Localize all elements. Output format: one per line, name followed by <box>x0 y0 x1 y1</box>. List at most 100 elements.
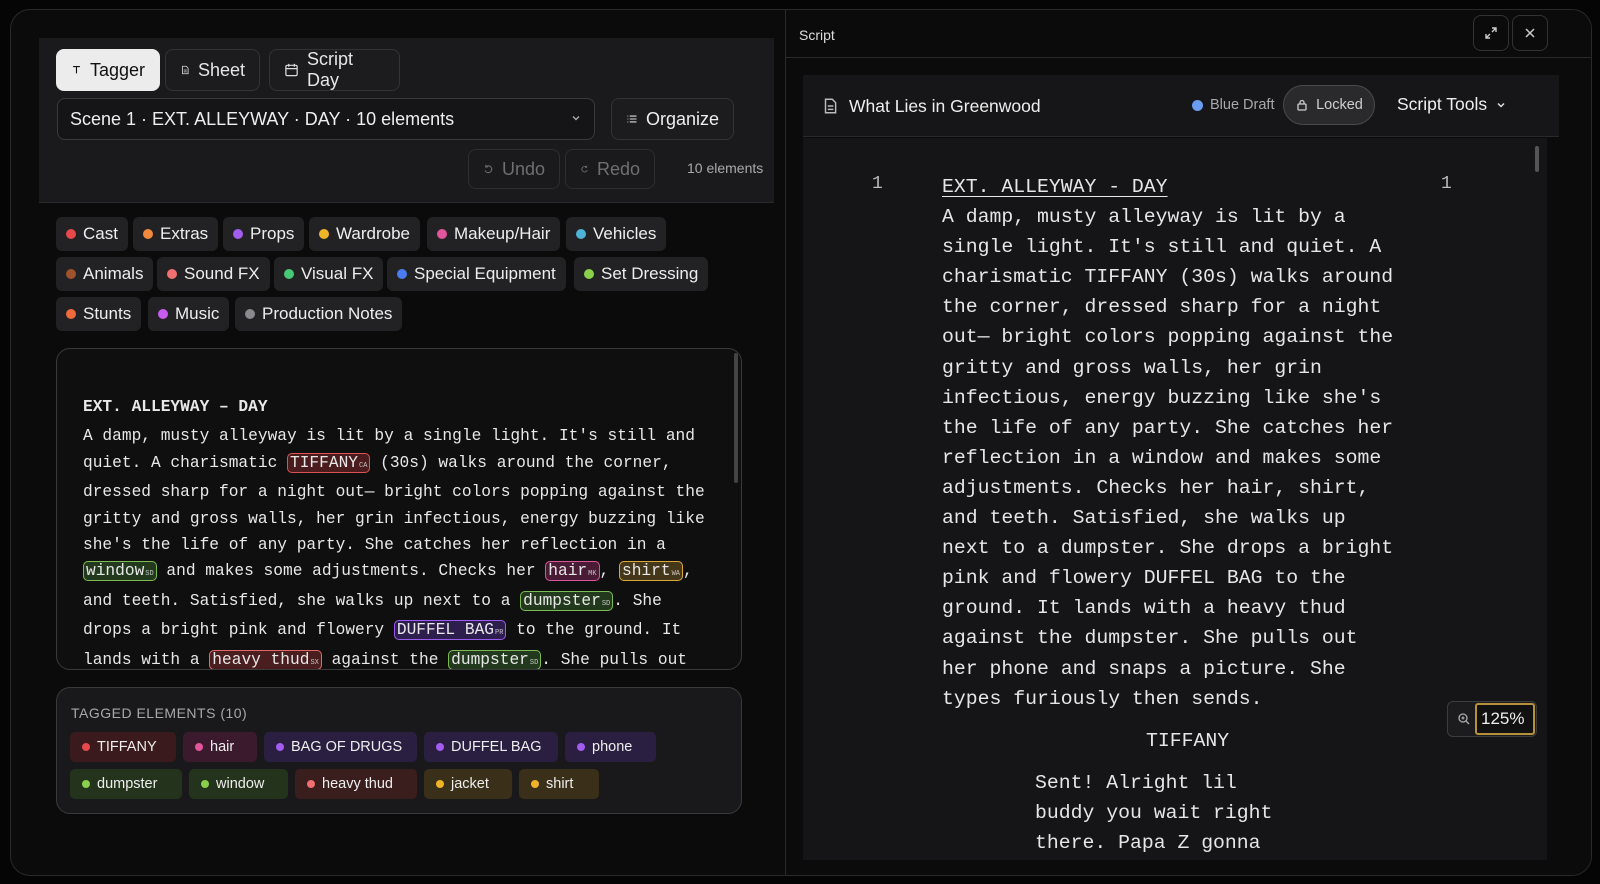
tagged-chip-tiffany[interactable]: TIFFANY <box>70 732 176 762</box>
category-label: Sound FX <box>184 264 260 283</box>
expand-button[interactable] <box>1473 15 1509 51</box>
tag-text: shirt <box>621 562 671 581</box>
locked-button[interactable]: Locked <box>1283 85 1375 125</box>
tagged-chip-jacket[interactable]: jacket <box>424 769 512 799</box>
tagged-chip-phone[interactable]: phone <box>565 732 656 762</box>
category-cast[interactable]: Cast <box>56 217 128 251</box>
category-vehicles[interactable]: Vehicles <box>566 217 667 251</box>
chip-label: TIFFANY <box>97 739 157 755</box>
tag-code: SD <box>529 658 539 667</box>
animals-dot-icon <box>66 269 76 279</box>
tagged-chip-bag-of-drugs[interactable]: BAG OF DRUGS <box>264 732 417 762</box>
tag-code: SD <box>601 599 611 608</box>
category-label: Wardrobe <box>336 224 411 243</box>
tag-text: dumpster <box>451 650 529 669</box>
redo-label: Redo <box>596 158 640 179</box>
props-dot-icon <box>436 743 444 751</box>
tagged-chip-shirt[interactable]: shirt <box>519 769 599 799</box>
script-panel-title: Script <box>799 27 835 43</box>
tagged-chip-heavy-thud[interactable]: heavy thud <box>295 769 417 799</box>
tagged-elements-title: TAGGED ELEMENTS (10) <box>71 705 248 721</box>
tag-tiffany[interactable]: TIFFANYCA <box>287 452 371 473</box>
category-extras[interactable]: Extras <box>133 217 219 251</box>
chevron-down-icon <box>1497 102 1505 108</box>
makeup-dot-icon <box>195 743 203 751</box>
props-dot-icon <box>233 229 243 239</box>
tag-shirt[interactable]: shirtWA <box>618 561 683 582</box>
category-label: Makeup/Hair <box>454 224 551 243</box>
tab-sheet[interactable]: Sheet <box>165 49 260 91</box>
extras-dot-icon <box>143 229 153 239</box>
tagged-chip-dumpster[interactable]: dumpster <box>70 769 182 799</box>
category-stunts[interactable]: Stunts <box>56 297 142 331</box>
category-makeup-hair[interactable]: Makeup/Hair <box>427 217 561 251</box>
undo-button[interactable]: Undo <box>468 149 560 189</box>
scene-action: A damp, musty alleyway is lit by a singl… <box>83 423 713 669</box>
document-icon <box>824 98 837 114</box>
text-run: . She pulls out <box>541 650 687 669</box>
tag-dumpster[interactable]: dumpsterSD <box>520 590 614 611</box>
script-page[interactable]: 1 1 EXT. ALLEYWAY - DAY A damp, musty all… <box>803 138 1547 860</box>
scrollbar[interactable] <box>1535 146 1539 172</box>
tag-text: DUFFEL BAG <box>396 621 495 640</box>
category-music[interactable]: Music <box>148 297 230 331</box>
cast-dot-icon <box>66 229 76 239</box>
draft-status[interactable]: Blue Draft <box>1192 97 1274 113</box>
zoom-control[interactable]: 125% <box>1447 701 1537 737</box>
app-window: Tagger Sheet Script Day Scene 1 · EXT. A… <box>10 9 1592 876</box>
undo-icon <box>484 164 493 174</box>
tagged-chip-window[interactable]: window <box>189 769 288 799</box>
chevron-down-icon <box>572 116 580 121</box>
tagged-chip-hair[interactable]: hair <box>183 732 257 762</box>
category-animals[interactable]: Animals <box>56 257 154 291</box>
redo-icon <box>581 165 588 173</box>
scrollbar[interactable] <box>734 353 738 483</box>
category-label: Cast <box>83 224 118 243</box>
tab-script-day[interactable]: Script Day <box>269 49 400 91</box>
category-label: Props <box>250 224 295 243</box>
tag-duffel-bag[interactable]: DUFFEL BAGPR <box>393 620 507 641</box>
category-special-equipment[interactable]: Special Equipment <box>387 257 566 291</box>
scene-heading: EXT. ALLEYWAY – DAY <box>83 398 268 416</box>
script-tools-menu[interactable]: Script Tools <box>1397 94 1507 115</box>
scene-text-editor[interactable]: EXT. ALLEYWAY – DAY A damp, musty alleyw… <box>56 348 742 670</box>
screenplay-dialogue: Sent! Alright lil buddy you wait right t… <box>1035 772 1273 855</box>
close-button[interactable] <box>1512 15 1548 51</box>
undo-label: Undo <box>501 158 545 179</box>
tag-dumpster-2[interactable]: dumpsterSD <box>448 649 542 669</box>
tab-tagger[interactable]: Tagger <box>56 49 160 91</box>
setdressing-dot-icon <box>82 780 90 788</box>
redo-button[interactable]: Redo <box>565 149 655 189</box>
tag-hair[interactable]: hairMK <box>545 561 600 582</box>
chip-label: BAG OF DRUGS <box>291 739 403 755</box>
organize-button[interactable]: Organize <box>611 98 734 140</box>
tag-heavy-thud[interactable]: heavy thudSX <box>209 649 322 669</box>
tab-tagger-label: Tagger <box>89 59 145 80</box>
visualfx-dot-icon <box>284 269 294 279</box>
tag-code: PR <box>495 629 504 638</box>
category-production-notes[interactable]: Production Notes <box>235 297 403 331</box>
zoom-input[interactable]: 125% <box>1475 703 1535 735</box>
soundfx-dot-icon <box>307 780 315 788</box>
setdressing-dot-icon <box>201 780 209 788</box>
screenplay-character: TIFFANY <box>1146 730 1230 752</box>
props-dot-icon <box>276 743 284 751</box>
scene-select[interactable]: Scene 1 · EXT. ALLEYWAY · DAY · 10 eleme… <box>57 98 595 140</box>
category-wardrobe[interactable]: Wardrobe <box>309 217 421 251</box>
calendar-icon <box>285 63 298 77</box>
text-run: , <box>599 562 619 581</box>
category-label: Set Dressing <box>601 264 699 283</box>
script-panel: Script What Lies in Greenwood Blue Draft… <box>785 10 1591 875</box>
tag-code: MK <box>588 570 597 579</box>
tagged-chip-duffel-bag[interactable]: DUFFEL BAG <box>424 732 558 762</box>
category-set-dressing[interactable]: Set Dressing <box>574 257 709 291</box>
tag-window[interactable]: windowSD <box>83 561 157 582</box>
category-visual-fx[interactable]: Visual FX <box>274 257 384 291</box>
screenplay-text: EXT. ALLEYWAY - DAY A damp, musty alleywa… <box>942 172 1393 714</box>
text-run: and makes some adjustments. Checks her <box>156 562 546 581</box>
chip-label: window <box>216 776 265 792</box>
tagger-toolbar: Tagger Sheet Script Day Scene 1 · EXT. A… <box>39 38 774 203</box>
category-props[interactable]: Props <box>223 217 305 251</box>
tag-code: WA <box>671 570 680 579</box>
category-sound-fx[interactable]: Sound FX <box>157 257 270 291</box>
